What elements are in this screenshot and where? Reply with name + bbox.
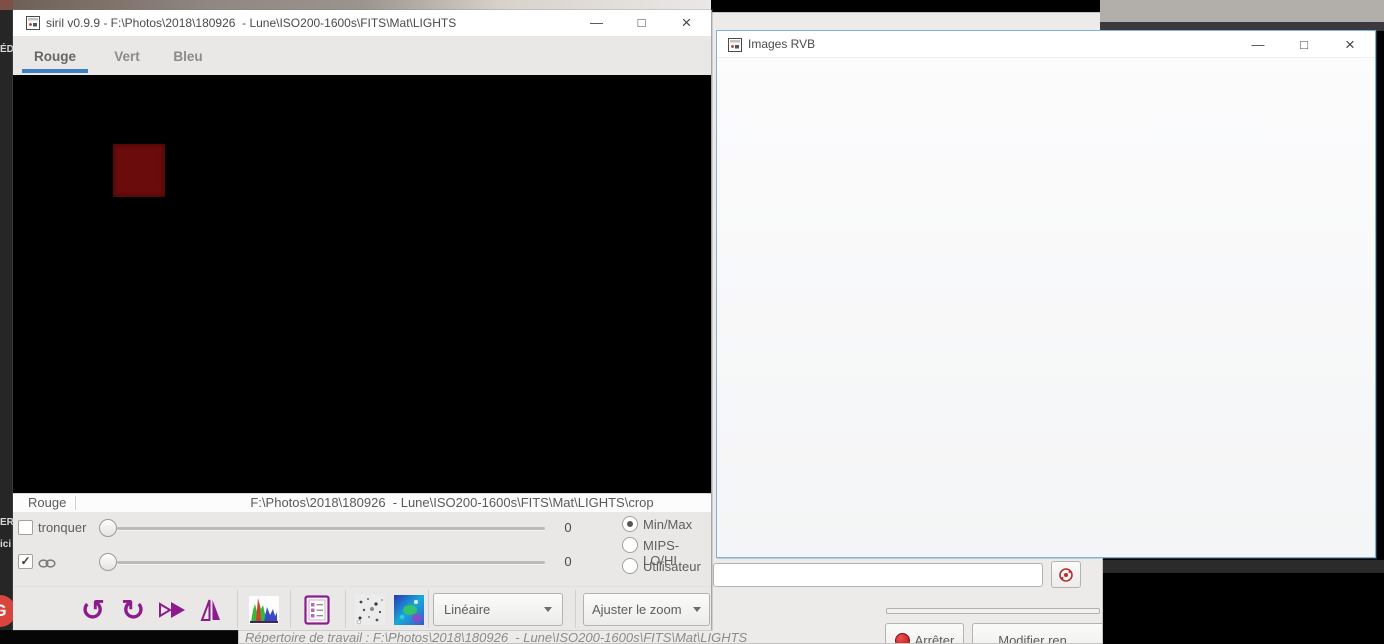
close-button[interactable]: × xyxy=(664,10,709,36)
tab-vert[interactable]: Vert xyxy=(105,36,149,75)
rotate-cw-icon: ↻ xyxy=(120,593,146,627)
grayscale-thumbnail-icon xyxy=(355,595,385,625)
status-file-path: F:\Photos\2018\180926 - Lune\ISO200-1600… xyxy=(250,495,654,510)
chain-link-icon xyxy=(38,558,56,569)
title-bar[interactable]: siril v0.9.9 - F:\Photos\2018\180926 - L… xyxy=(13,10,711,36)
radio-minmax-label[interactable]: Min/Max xyxy=(643,517,692,532)
flip-horizontal-icon xyxy=(158,598,186,622)
image-canvas[interactable] xyxy=(13,75,711,493)
status-channel-label: Rouge xyxy=(28,495,67,510)
desktop: ÉDI ER ici G Arrêter Modifier ren... xyxy=(0,0,1384,644)
zoom-mode-select[interactable]: Ajuster le zoom xyxy=(583,593,710,626)
radio-minmax[interactable] xyxy=(622,516,638,532)
toolbar-separator xyxy=(290,590,291,628)
flip-vertical-icon xyxy=(199,597,223,623)
color-thumbnail-icon xyxy=(394,595,424,625)
levels-panel: tronquer 0 ✓ 0 Min/Max MIPS-LO/HI Utilis… xyxy=(13,512,711,586)
high-slider-track[interactable] xyxy=(117,561,545,564)
background-dark-area xyxy=(0,630,238,644)
rotate-cw-button[interactable]: ↻ xyxy=(116,593,150,627)
toolbar-separator xyxy=(428,590,429,628)
working-directory-label: Répertoire de travail : F:\Photos\2018\1… xyxy=(245,630,748,644)
rotate-ccw-button[interactable]: ↺ xyxy=(76,593,110,627)
check-icon: ✓ xyxy=(20,554,31,568)
toolbar-separator xyxy=(345,590,346,628)
minimize-button[interactable]: — xyxy=(574,10,619,36)
chevron-down-icon xyxy=(693,607,701,612)
tab-bleu[interactable]: Bleu xyxy=(168,36,208,75)
display-mode-select[interactable]: Linéaire xyxy=(433,593,563,626)
progress-bar xyxy=(886,608,1100,614)
grayscale-view-button[interactable] xyxy=(353,593,387,627)
radio-user-label[interactable]: Utilisateur xyxy=(643,559,701,574)
maximize-button[interactable]: □ xyxy=(1281,31,1327,58)
siril-app-icon xyxy=(728,38,742,52)
title-bar[interactable]: Images RVB — □ × xyxy=(717,31,1375,58)
siril-logo-button[interactable] xyxy=(1051,561,1081,588)
background-dark-panel: ÉDI ER ici xyxy=(0,0,13,644)
background-text-fragment: ÉDI xyxy=(0,44,13,55)
histogram-button[interactable] xyxy=(247,593,281,627)
low-value: 0 xyxy=(564,520,572,535)
radio-user[interactable] xyxy=(622,558,638,574)
high-value: 0 xyxy=(564,554,572,569)
toolbar-separator xyxy=(237,590,238,628)
maximize-button[interactable]: □ xyxy=(619,10,664,36)
flip-vertical-button[interactable] xyxy=(194,593,228,627)
link-checkbox[interactable]: ✓ xyxy=(18,554,33,569)
minimize-button[interactable]: — xyxy=(1235,31,1281,58)
truncate-label: tronquer xyxy=(38,520,87,535)
background-text-fragment: ici xyxy=(0,539,12,550)
color-view-button[interactable] xyxy=(392,593,426,627)
flip-horizontal-button[interactable] xyxy=(155,593,189,627)
zoom-mode-value: Ajuster le zoom xyxy=(592,602,682,617)
radio-mips[interactable] xyxy=(622,537,638,553)
truncate-checkbox[interactable] xyxy=(18,520,33,535)
histogram-icon xyxy=(249,596,279,624)
siril-image-window: siril v0.9.9 - F:\Photos\2018\180926 - L… xyxy=(13,10,712,630)
background-text-fragment: ER xyxy=(0,517,13,528)
chevron-down-icon xyxy=(544,607,552,612)
sequence-list-icon xyxy=(304,595,330,625)
display-mode-value: Linéaire xyxy=(444,602,491,617)
rvb-canvas[interactable] xyxy=(717,58,1375,557)
command-input[interactable] xyxy=(713,563,1043,587)
siril-logo-icon xyxy=(1058,567,1074,583)
siril-app-icon xyxy=(26,16,40,30)
close-button[interactable]: × xyxy=(1327,31,1373,58)
sequence-list-button[interactable] xyxy=(300,593,334,627)
toolbar-separator xyxy=(575,590,576,628)
window-title: Images RVB xyxy=(748,37,816,51)
images-rvb-window: Images RVB — □ × xyxy=(716,30,1376,558)
background-window-top xyxy=(1100,0,1384,22)
high-slider-handle[interactable] xyxy=(99,553,117,571)
low-slider-handle[interactable] xyxy=(99,519,117,537)
channel-tab-bar: Rouge Vert Bleu xyxy=(13,36,711,75)
image-status-bar: Rouge F:\Photos\2018\180926 - Lune\ISO20… xyxy=(13,493,711,512)
divider xyxy=(75,496,76,510)
low-slider-track[interactable] xyxy=(117,527,545,530)
rotate-ccw-icon: ↺ xyxy=(80,593,106,627)
tab-rouge[interactable]: Rouge xyxy=(22,36,88,75)
window-title: siril v0.9.9 - F:\Photos\2018\180926 - L… xyxy=(46,16,457,30)
background-bar xyxy=(1103,560,1384,573)
background-accent xyxy=(0,0,13,10)
background-dark-area xyxy=(1103,558,1384,644)
image-red-region xyxy=(113,144,165,197)
